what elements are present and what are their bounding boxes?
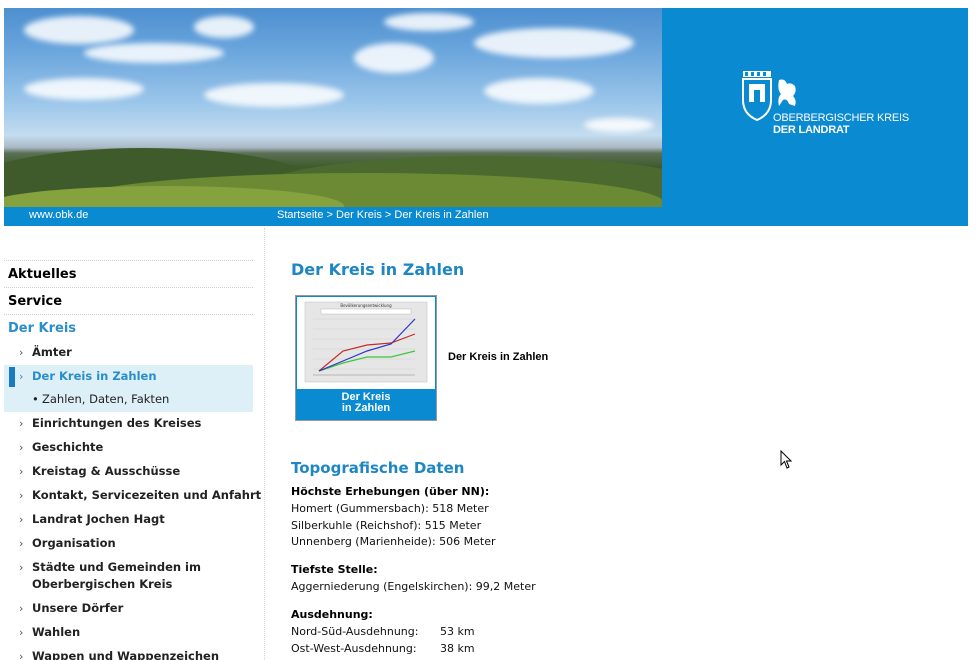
chevron-right-icon: › xyxy=(19,626,24,639)
sidebar-item-wahlen[interactable]: › Wahlen xyxy=(4,621,253,645)
sidebar-item-doerfer[interactable]: › Unsere Dörfer xyxy=(4,597,253,621)
breadcrumb-separator: > xyxy=(323,209,337,221)
teaser-card-kreis-in-zahlen[interactable]: Bevölkerungsentwicklung Der Kreis in Zah… xyxy=(295,295,437,421)
sidebar-item-geschichte[interactable]: › Geschichte xyxy=(4,436,253,460)
lowest-item: Aggerniederung (Engelskirchen): 99,2 Met… xyxy=(291,580,536,593)
brand-panel: OBERBERGISCHER KREIS DER LANDRAT xyxy=(662,8,968,207)
nav-der-kreis[interactable]: Der Kreis xyxy=(4,314,253,341)
sidebar-divider xyxy=(264,228,265,660)
mouse-cursor-icon xyxy=(780,450,793,469)
breadcrumb-home-link[interactable]: Startseite xyxy=(277,209,323,221)
extent-heading: Ausdehnung: xyxy=(291,608,373,621)
obk-logo[interactable]: OBERBERGISCHER KREIS DER LANDRAT xyxy=(742,70,912,140)
chevron-right-icon: › xyxy=(19,537,24,550)
chevron-right-icon: › xyxy=(19,465,24,478)
extent-label: Ost-West-Ausdehnung: xyxy=(291,642,417,655)
chevron-right-icon: › xyxy=(19,346,24,359)
sidebar-item-staedte-gemeinden[interactable]: › Städte und Gemeinden im Oberbergischen K… xyxy=(4,556,253,597)
sidebar-nav: Aktuelles Service Der Kreis › Ämter › Der … xyxy=(4,260,261,660)
teaser-caption: Der Kreis in Zahlen xyxy=(341,391,391,414)
sidebar-item-kontakt[interactable]: › Kontakt, Servicezeiten und Anfahrt xyxy=(4,484,261,508)
teaser-chart-thumbnail: Bevölkerungsentwicklung xyxy=(297,297,435,389)
sidebar-item-wappen[interactable]: › Wappen und Wappenzeichen xyxy=(4,645,253,660)
section-title-topografische-daten: Topografische Daten xyxy=(291,459,465,477)
sidebar-item-einrichtungen[interactable]: › Einrichtungen des Kreises xyxy=(4,412,253,436)
nav-aktuelles[interactable]: Aktuelles xyxy=(4,260,253,287)
chevron-right-icon: › xyxy=(19,650,24,660)
sidebar-subitem-zahlen-daten-fakten[interactable]: • Zahlen, Daten, Fakten xyxy=(4,389,253,412)
height-item: Homert (Gummersbach): 518 Meter xyxy=(291,502,489,515)
breadcrumb: Startseite > Der Kreis > Der Kreis in Za… xyxy=(277,209,489,221)
logo-text-line2: DER LANDRAT xyxy=(773,124,850,136)
bullet-icon: • xyxy=(32,392,39,406)
breadcrumb-kreis-link[interactable]: Der Kreis xyxy=(336,209,382,221)
lion-icon xyxy=(778,79,796,106)
chevron-right-icon: › xyxy=(19,370,24,383)
teaser-link-kreis-in-zahlen[interactable]: Der Kreis in Zahlen xyxy=(448,351,548,363)
chevron-right-icon: › xyxy=(19,561,24,574)
main-content: Der Kreis in Zahlen Bevölkerungsentwickl… xyxy=(291,260,951,655)
page-title: Der Kreis in Zahlen xyxy=(291,260,465,279)
logo-text-line1: OBERBERGISCHER KREIS xyxy=(773,112,909,124)
site-url-link[interactable]: www.obk.de xyxy=(29,209,88,221)
height-item: Unnenberg (Marienheide): 506 Meter xyxy=(291,535,496,548)
coat-of-arms-icon xyxy=(742,71,772,122)
lowest-heading: Tiefste Stelle: xyxy=(291,563,378,576)
extent-label: Nord-Süd-Ausdehnung: xyxy=(291,625,419,638)
chevron-right-icon: › xyxy=(19,513,24,526)
chevron-right-icon: › xyxy=(19,489,24,502)
sidebar-item-kreistag[interactable]: › Kreistag & Ausschüsse xyxy=(4,460,253,484)
sidebar-item-organisation[interactable]: › Organisation xyxy=(4,532,253,556)
height-item: Silberkuhle (Reichshof): 515 Meter xyxy=(291,519,482,532)
extent-value: 38 km xyxy=(440,642,475,655)
teaser-chart-title: Bevölkerungsentwicklung xyxy=(340,303,392,308)
heights-heading: Höchste Erhebungen (über NN): xyxy=(291,485,490,498)
chevron-right-icon: › xyxy=(19,417,24,430)
sidebar-item-landrat[interactable]: › Landrat Jochen Hagt xyxy=(4,508,253,532)
chevron-right-icon: › xyxy=(19,602,24,615)
extent-item: Ost-West-Ausdehnung: 38 km xyxy=(291,642,475,655)
chevron-right-icon: › xyxy=(19,441,24,454)
page-header: OBERBERGISCHER KREIS DER LANDRAT www.obk… xyxy=(4,8,968,226)
extent-item: Nord-Süd-Ausdehnung: 53 km xyxy=(291,625,475,638)
extent-value: 53 km xyxy=(440,625,475,638)
sidebar-item-der-kreis-in-zahlen[interactable]: › Der Kreis in Zahlen xyxy=(4,365,253,389)
sidebar-item-aemter[interactable]: › Ämter xyxy=(4,341,253,365)
breadcrumb-current: Der Kreis in Zahlen xyxy=(394,209,489,221)
header-bar: www.obk.de Startseite > Der Kreis > Der … xyxy=(4,207,968,226)
nav-service[interactable]: Service xyxy=(4,287,253,314)
breadcrumb-separator: > xyxy=(381,209,395,221)
landscape-banner-image xyxy=(4,8,662,207)
